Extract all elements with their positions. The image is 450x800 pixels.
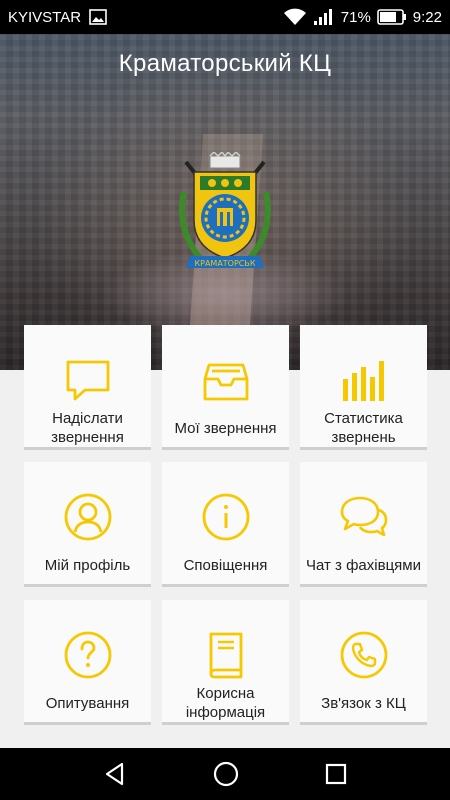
inbox-tray-icon — [201, 355, 251, 405]
menu-label: Надіслати звернення — [51, 410, 124, 446]
menu-my-profile[interactable]: Мій профіль — [24, 462, 151, 587]
hero-banner: Краматорський КЦ КРАМАТОРСЬК — [0, 34, 450, 370]
menu-notifications[interactable]: Сповіщення — [162, 462, 289, 587]
book-icon — [201, 630, 251, 680]
info-icon — [201, 492, 251, 542]
carrier-name: KYIVSTAR — [8, 8, 82, 26]
coat-of-arms-logo: КРАМАТОРСЬК — [172, 152, 278, 282]
emblem-ribbon-text: КРАМАТОРСЬК — [194, 259, 255, 268]
chat-bubbles-icon — [339, 492, 389, 542]
menu-label: Чат з фахівцями — [306, 556, 421, 574]
battery-icon — [376, 9, 407, 25]
menu-label: Опитування — [45, 694, 130, 712]
menu-label: Сповіщення — [183, 556, 268, 574]
wifi-icon — [283, 8, 307, 26]
back-icon[interactable] — [102, 761, 128, 787]
menu-my-requests[interactable]: Мої звернення — [162, 325, 289, 450]
home-icon[interactable] — [212, 760, 240, 788]
menu-send-request[interactable]: Надіслати звернення — [24, 325, 151, 450]
menu-contact[interactable]: Зв'язок з КЦ — [300, 600, 427, 725]
phone-icon — [339, 630, 389, 680]
menu-statistics[interactable]: Статистика звернень — [300, 325, 427, 450]
bar-chart-icon — [339, 355, 389, 405]
question-icon — [63, 630, 113, 680]
menu-label: Мій профіль — [44, 556, 131, 574]
menu-survey[interactable]: Опитування — [24, 600, 151, 725]
menu-label: Корисна інформація — [185, 685, 266, 721]
signal-icon — [313, 8, 335, 26]
battery-percent: 71% — [340, 8, 371, 26]
user-profile-icon — [63, 492, 113, 542]
recents-icon[interactable] — [324, 762, 348, 786]
menu-label: Зв'язок з КЦ — [321, 694, 406, 712]
message-icon — [63, 355, 113, 405]
app-title: Краматорський КЦ — [118, 50, 332, 77]
android-nav-bar — [0, 748, 450, 800]
menu-label: Мої звернення — [174, 419, 277, 437]
menu-label: Статистика звернень — [324, 410, 403, 446]
image-notification-icon — [89, 9, 107, 25]
status-bar: KYIVSTAR 71% 9:22 — [0, 0, 450, 34]
menu-chat[interactable]: Чат з фахівцями — [300, 462, 427, 587]
menu-useful-info[interactable]: Корисна інформація — [162, 600, 289, 725]
clock: 9:22 — [412, 8, 442, 26]
